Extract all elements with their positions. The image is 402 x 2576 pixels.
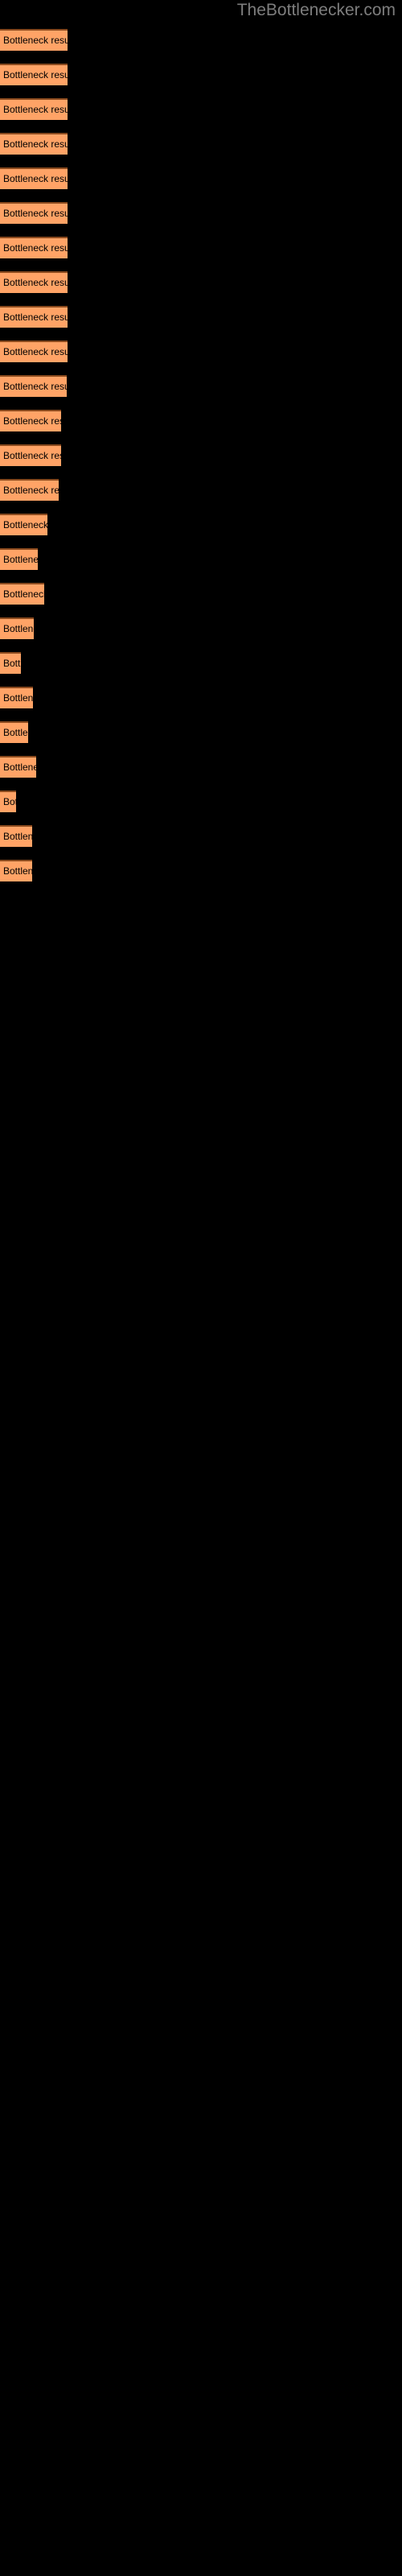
- bar-label: Bottleneck result: [3, 346, 68, 357]
- bar-row: Bottleneck result: [0, 507, 402, 542]
- bottleneck-result-bar[interactable]: Bottleneck result: [0, 514, 47, 535]
- bar-row: Bottleneck result: [0, 403, 402, 438]
- bar-label: Bottleneck result: [3, 208, 68, 219]
- bar-label: Bottleneck result: [3, 796, 16, 807]
- bottleneck-result-bar[interactable]: Bottleneck result: [0, 271, 68, 293]
- bar-row: Bottleneck result: [0, 784, 402, 819]
- bar-row: Bottleneck result: [0, 57, 402, 92]
- bottleneck-result-bar[interactable]: Bottleneck result: [0, 444, 61, 466]
- bottleneck-result-bar[interactable]: Bottleneck result: [0, 306, 68, 328]
- bar-row: Bottleneck result: [0, 611, 402, 646]
- bar-row: Bottleneck result: [0, 23, 402, 57]
- bar-row: Bottleneck result: [0, 196, 402, 230]
- bottleneck-result-bar[interactable]: Bottleneck result: [0, 721, 28, 743]
- bar-label: Bottleneck result: [3, 242, 68, 254]
- bottleneck-result-bar[interactable]: Bottleneck result: [0, 860, 32, 881]
- bottleneck-result-bar[interactable]: Bottleneck result: [0, 791, 16, 812]
- bar-row: Bottleneck result: [0, 819, 402, 853]
- bar-label: Bottleneck result: [3, 554, 38, 565]
- bar-label: Bottleneck result: [3, 762, 36, 773]
- bottleneck-result-bar[interactable]: Bottleneck result: [0, 237, 68, 258]
- bar-row: Bottleneck result: [0, 299, 402, 334]
- bar-label: Bottleneck result: [3, 519, 47, 530]
- bottleneck-result-bar[interactable]: Bottleneck result: [0, 825, 32, 847]
- bottleneck-result-bar[interactable]: Bottleneck result: [0, 29, 68, 51]
- bar-label: Bottleneck result: [3, 727, 28, 738]
- bar-label: Bottleneck result: [3, 69, 68, 80]
- bar-label: Bottleneck result: [3, 623, 34, 634]
- bar-label: Bottleneck result: [3, 865, 32, 877]
- bar-label: Bottleneck result: [3, 104, 68, 115]
- bottleneck-result-bar[interactable]: Bottleneck result: [0, 341, 68, 362]
- bar-label: Bottleneck result: [3, 312, 68, 323]
- bottleneck-result-bar[interactable]: Bottleneck result: [0, 167, 68, 189]
- bar-label: Bottleneck result: [3, 588, 44, 600]
- bar-row: Bottleneck result: [0, 749, 402, 784]
- bottleneck-result-bar[interactable]: Bottleneck result: [0, 652, 21, 674]
- bar-label: Bottleneck result: [3, 658, 21, 669]
- bottleneck-bar-chart: Bottleneck result Bottleneck result Bottle…: [0, 23, 402, 888]
- bar-row: Bottleneck result: [0, 438, 402, 473]
- bar-label: Bottleneck result: [3, 277, 68, 288]
- bar-label: Bottleneck result: [3, 692, 33, 704]
- bar-row: Bottleneck result: [0, 126, 402, 161]
- bottleneck-result-bar[interactable]: Bottleneck result: [0, 375, 67, 397]
- bar-label: Bottleneck result: [3, 831, 32, 842]
- bar-label: Bottleneck result: [3, 415, 61, 427]
- bar-row: Bottleneck result: [0, 369, 402, 403]
- bar-label: Bottleneck result: [3, 485, 59, 496]
- bar-row: Bottleneck result: [0, 853, 402, 888]
- bottleneck-result-bar[interactable]: Bottleneck result: [0, 202, 68, 224]
- bar-row: Bottleneck result: [0, 230, 402, 265]
- bar-row: Bottleneck result: [0, 646, 402, 680]
- bottleneck-result-bar[interactable]: Bottleneck result: [0, 583, 44, 605]
- site-title: TheBottlenecker.com: [236, 1, 396, 19]
- bar-row: Bottleneck result: [0, 473, 402, 507]
- bottleneck-result-bar[interactable]: Bottleneck result: [0, 548, 38, 570]
- bar-row: Bottleneck result: [0, 576, 402, 611]
- bottleneck-result-bar[interactable]: Bottleneck result: [0, 479, 59, 501]
- bar-label: Bottleneck result: [3, 138, 68, 150]
- bar-label: Bottleneck result: [3, 173, 68, 184]
- bar-row: Bottleneck result: [0, 680, 402, 715]
- bar-label: Bottleneck result: [3, 35, 68, 46]
- bar-row: Bottleneck result: [0, 161, 402, 196]
- bottleneck-result-bar[interactable]: Bottleneck result: [0, 617, 34, 639]
- bar-label: Bottleneck result: [3, 381, 67, 392]
- bottleneck-result-bar[interactable]: Bottleneck result: [0, 756, 36, 778]
- bottleneck-result-bar[interactable]: Bottleneck result: [0, 687, 33, 708]
- bottleneck-result-bar[interactable]: Bottleneck result: [0, 133, 68, 155]
- bottleneck-result-bar[interactable]: Bottleneck result: [0, 410, 61, 431]
- bar-label: Bottleneck result: [3, 450, 61, 461]
- bar-row: Bottleneck result: [0, 334, 402, 369]
- bottleneck-result-bar[interactable]: Bottleneck result: [0, 64, 68, 85]
- bar-row: Bottleneck result: [0, 92, 402, 126]
- bar-row: Bottleneck result: [0, 265, 402, 299]
- bar-row: Bottleneck result: [0, 715, 402, 749]
- bottleneck-result-bar[interactable]: Bottleneck result: [0, 98, 68, 120]
- bar-row: Bottleneck result: [0, 542, 402, 576]
